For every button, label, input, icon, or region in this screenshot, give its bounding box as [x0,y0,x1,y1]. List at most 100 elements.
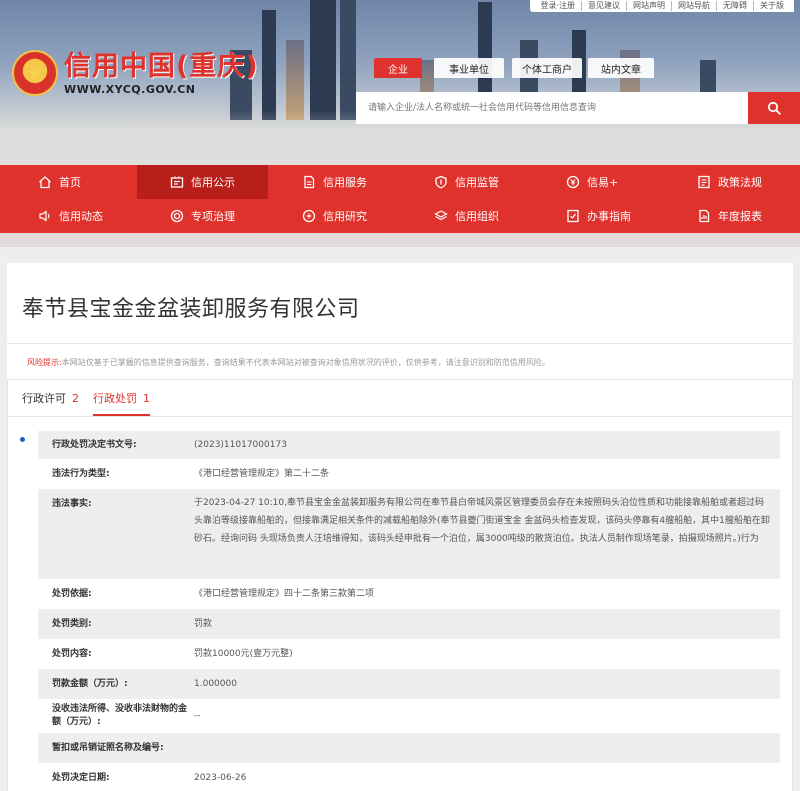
logo-url: WWW.XYCQ.GOV.CN [64,82,196,96]
nav-item-label: 政策法规 [718,176,762,189]
nav-item-credit-publicity[interactable]: 信用公示 [137,165,268,199]
record-panel: 行政许可 2 行政处罚 1 行政处罚决定书文号: (2023)11017000173… [7,379,793,791]
risk-notice: 风险提示:本网站仅基于已掌握的信息提供查询服务，查询结果不代表本网站对被查询对象… [27,357,550,368]
tab-administrative-license[interactable]: 行政许可 2 [22,390,79,416]
field-value: 于2023-04-27 10:10,奉节县宝金金盆装卸服务有限公司在奉节县白帝城… [194,498,770,544]
nav-item-label: 信易+ [587,176,619,189]
field-value: -- [194,711,201,721]
logo-title: 信用中国(重庆) [64,50,259,82]
field-value: (2023)11017000173 [194,440,287,450]
divider [7,343,793,344]
nav-item-credit-organization[interactable]: 信用组织 [434,199,499,233]
document-icon [304,175,315,189]
field-label: 违法事实: [52,499,92,509]
search-input[interactable] [356,92,748,124]
table-row: 暂扣或吊销证照名称及编号: [38,733,780,763]
main-nav: 首页 信用公示 信用服务 信用监管 信易+ 政策法规 信用动态 专项治理 信用研… [0,165,800,247]
guide-icon [567,209,579,223]
table-row: 处罚决定日期: 2023-06-26 [38,763,780,791]
field-value: 1.000000 [194,679,237,689]
field-label: 违法行为类型: [52,468,110,479]
search-type-tabs: 企业 事业单位 个体工商户 站内文章 [374,58,660,78]
table-row: 行政处罚决定书文号: (2023)11017000173 [38,431,780,459]
search-tab-enterprise[interactable]: 企业 [374,58,422,78]
risk-notice-text: 本网站仅基于已掌握的信息提供查询服务，查询结果不代表本网站对被查询对象信用状况的… [61,358,550,367]
notice-icon [170,176,184,188]
nav-item-annual-report[interactable]: 年度报表 [697,199,762,233]
skyline-building [286,40,304,120]
table-row: 处罚依据: 《港口经营管理规定》四十二条第三款第二项 [38,579,780,609]
nav-item-policy[interactable]: 政策法规 [697,165,762,199]
table-row: 没收违法所得、没收非法财物的金额（万元）: -- [38,699,780,733]
speaker-icon [39,210,50,222]
search-button[interactable] [748,92,800,124]
field-label: 处罚内容: [52,648,92,659]
search-tab-articles[interactable]: 站内文章 [588,58,654,78]
tab-label: 行政许可 [22,392,66,405]
tab-divider [8,416,792,417]
target-icon [170,209,184,223]
coin-icon [566,175,580,189]
nav-item-home[interactable]: 首页 [38,165,81,199]
nav-item-label: 专项治理 [191,210,235,223]
nav-item-label: 首页 [59,176,81,189]
table-row: 处罚类别: 罚款 [38,609,780,639]
header-banner: 登录·注册 意见建议 网站声明 网站导航 无障碍 关于版 ★ 信用中国(重庆) … [0,0,800,165]
nav-item-label: 信用研究 [323,210,367,223]
site-logo[interactable]: ★ 信用中国(重庆) WWW.XYCQ.GOV.CN [12,50,259,96]
nav-item-label: 年度报表 [718,210,762,223]
top-link-login[interactable]: 登录·注册 [534,1,581,11]
tab-label: 行政处罚 [93,392,137,405]
top-link-about[interactable]: 关于版 [753,1,790,11]
nav-item-credit-news[interactable]: 信用动态 [38,199,103,233]
detail-card: 奉节县宝金金盆装卸服务有限公司 风险提示:本网站仅基于已掌握的信息提供查询服务，… [7,263,793,791]
search-bar [356,92,800,124]
skyline-building [310,0,336,120]
record-bullet [20,437,25,442]
field-value: 罚款 [194,619,213,629]
search-tab-institution[interactable]: 事业单位 [434,58,504,78]
field-value [298,733,780,763]
tab-administrative-penalty[interactable]: 行政处罚 1 [93,390,150,416]
nav-item-credit-research[interactable]: 信用研究 [302,199,367,233]
top-link-accessibility[interactable]: 无障碍 [716,1,753,11]
nav-item-label: 信用监管 [455,176,499,189]
table-row: 违法行为类型: 《港口经营管理规定》第二十二条 [38,459,780,489]
nav-item-credit-supervision[interactable]: 信用监管 [434,165,499,199]
layers-icon [434,210,448,221]
search-icon [767,101,781,115]
field-value: 《港口经营管理规定》四十二条第三款第二项 [194,589,375,599]
top-link-statement[interactable]: 网站声明 [626,1,671,11]
top-links: 登录·注册 意见建议 网站声明 网站导航 无障碍 关于版 [530,0,794,12]
home-icon [39,176,51,189]
search-tab-individual-business[interactable]: 个体工商户 [512,58,582,78]
nav-item-service-guide[interactable]: 办事指南 [566,199,631,233]
report-icon [699,209,710,223]
table-row: 处罚内容: 罚款10000元(壹万元整) [38,639,780,669]
field-label: 暂扣或吊销证照名称及编号: [52,742,164,753]
field-value: 罚款10000元(壹万元整) [194,649,293,659]
nav-item-special-governance[interactable]: 专项治理 [170,199,235,233]
nav-item-xinyi-plus[interactable]: 信易+ [566,165,618,199]
top-link-sitemap[interactable]: 网站导航 [671,1,716,11]
company-name: 奉节县宝金金盆装卸服务有限公司 [22,297,360,322]
penalty-record-table: 行政处罚决定书文号: (2023)11017000173 违法行为类型: 《港口… [38,431,780,791]
record-tabs: 行政许可 2 行政处罚 1 [22,390,164,416]
nav-item-credit-service[interactable]: 信用服务 [302,165,367,199]
field-label: 处罚决定日期: [52,772,110,783]
shield-icon [435,175,447,189]
nav-item-label: 信用动态 [59,210,103,223]
skyline-building [262,10,276,120]
table-row: 违法事实: 于2023-04-27 10:10,奉节县宝金金盆装卸服务有限公司在… [38,489,780,579]
skyline-building [340,0,356,120]
national-emblem-icon: ★ [12,50,58,96]
nav-item-label: 信用服务 [323,176,367,189]
field-label: 没收违法所得、没收非法财物的金额（万元）: [52,704,188,727]
book-icon [698,175,710,189]
top-link-feedback[interactable]: 意见建议 [581,1,626,11]
field-value: 2023-06-26 [194,773,247,783]
nav-item-label: 信用公示 [191,176,235,189]
risk-notice-label: 风险提示: [27,358,62,367]
field-label: 处罚依据: [52,588,92,599]
nav-item-label: 信用组织 [455,210,499,223]
